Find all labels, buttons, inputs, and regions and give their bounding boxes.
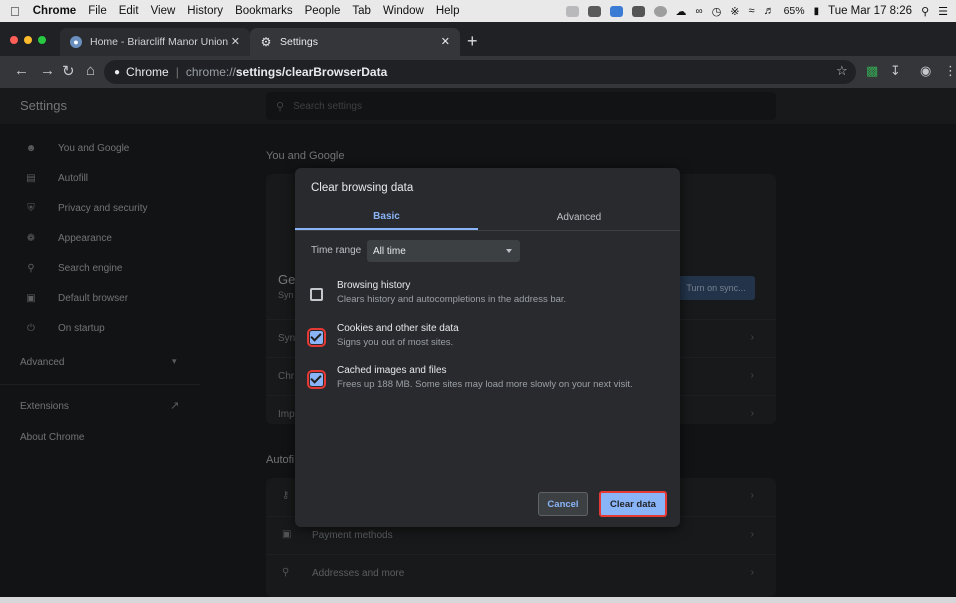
close-tab-icon[interactable]: ✕ [441,35,450,48]
back-arrow-icon[interactable]: ← [14,62,29,79]
download-icon[interactable]: ↧ [890,63,901,79]
battery-icon[interactable]: ▮ [814,6,820,17]
wifi-icon[interactable]: ≈ [749,5,755,17]
address-bar[interactable]: ● Chrome | chrome:// settings/clearBrows… [104,60,856,84]
address-path: settings/clearBrowserData [235,65,388,79]
tray-app-icon[interactable] [587,5,601,17]
menu-file[interactable]: File [88,5,107,17]
volume-icon[interactable]: ♬ [764,5,775,17]
menu-view[interactable]: View [151,5,176,17]
tray-app-icon[interactable] [653,5,667,17]
close-window-button[interactable] [10,36,18,44]
option-title: Cached images and files [337,365,447,376]
apple-icon[interactable]:  [10,4,20,19]
clear-data-button[interactable]: Clear data [599,491,667,517]
tray-app-icon[interactable] [565,5,579,17]
tab-title: Settings [280,36,318,48]
option-title: Browsing history [337,280,411,291]
forward-arrow-icon[interactable]: → [40,62,55,79]
time-range-label: Time range [311,245,362,256]
tray-app-icon[interactable] [609,5,623,17]
bluetooth-icon[interactable]: ※ [730,5,739,18]
glasses-icon[interactable]: ∞ [696,6,703,17]
profile-icon[interactable]: ◉ [920,63,931,79]
tab-basic[interactable]: Basic [295,204,478,230]
option-browsing-history: Browsing history Clears history and auto… [295,279,680,319]
browser-toolbar: ← → ↻ ⌂ ● Chrome | chrome:// settings/cl… [0,56,956,88]
option-description: Signs you out of most sites. [337,337,454,348]
menu-history[interactable]: History [187,5,223,17]
tab-strip: ● Home - Briarcliff Manor Union ✕ ⚙ Sett… [0,22,956,56]
clock[interactable]: Tue Mar 17 8:26 [828,5,912,17]
new-tab-button[interactable]: + [467,31,478,52]
address-chip: Chrome [126,65,169,79]
chevron-down-icon [506,249,512,253]
clear-browsing-data-dialog: Clear browsing data Basic Advanced Time … [295,168,680,527]
cloud-icon[interactable]: ☁ [676,5,687,18]
cancel-button[interactable]: Cancel [538,492,588,516]
menu-window[interactable]: Window [383,5,424,17]
zoom-window-button[interactable] [38,36,46,44]
window-bottom-edge [0,597,956,603]
tray-app-icon[interactable] [631,5,645,17]
option-description: Clears history and autocompletions in th… [337,294,567,305]
minimize-window-button[interactable] [24,36,32,44]
menu-edit[interactable]: Edit [119,5,139,17]
gear-icon: ⚙ [260,35,272,49]
home-icon[interactable]: ⌂ [86,62,95,79]
status-tray: ☁ ∞ ◷ ※ ≈ ♬ 65% ▮ Tue Mar 17 8:26 ⚲ ☰ [565,0,948,22]
battery-percent[interactable]: 65% [784,5,805,17]
tab-title: Home - Briarcliff Manor Union [90,36,229,48]
dialog-title: Clear browsing data [311,182,414,194]
address-host: chrome:// [185,65,236,79]
site-favicon-icon: ● [70,36,82,48]
menu-kebab-icon[interactable]: ⋮ [944,63,956,79]
menu-bookmarks[interactable]: Bookmarks [235,5,293,17]
extension-icon[interactable]: ▩ [866,63,878,79]
tab-home[interactable]: ● Home - Briarcliff Manor Union ✕ [60,28,250,56]
address-separator: | [175,65,179,79]
tab-settings[interactable]: ⚙ Settings ✕ [250,28,460,56]
menu-help[interactable]: Help [436,5,460,17]
spotlight-icon[interactable]: ⚲ [921,5,929,18]
cookies-checkbox[interactable] [307,328,326,347]
tab-divider [295,230,680,231]
time-machine-icon[interactable]: ◷ [712,5,722,18]
chrome-logo-icon: ● [114,66,121,78]
close-tab-icon[interactable]: ✕ [231,35,240,48]
menu-tab[interactable]: Tab [352,5,371,17]
reload-icon[interactable]: ↻ [62,62,75,80]
time-range-value: All time [373,245,406,257]
option-title: Cookies and other site data [337,323,459,334]
option-description: Frees up 188 MB. Some sites may load mor… [337,379,633,390]
option-cookies: Cookies and other site data Signs you ou… [295,322,680,362]
cached-images-checkbox[interactable] [307,370,326,389]
macos-menu-bar:  Chrome File Edit View History Bookmark… [0,0,956,22]
browsing-history-checkbox[interactable] [310,288,323,301]
time-range-select[interactable]: All time [367,240,520,262]
option-cached-images: Cached images and files Frees up 188 MB.… [295,364,680,404]
notification-center-icon[interactable]: ☰ [938,5,948,18]
menu-chrome[interactable]: Chrome [33,5,76,17]
tab-advanced[interactable]: Advanced [478,204,680,230]
menu-people[interactable]: People [305,5,341,17]
bookmark-star-icon[interactable]: ☆ [836,63,848,79]
